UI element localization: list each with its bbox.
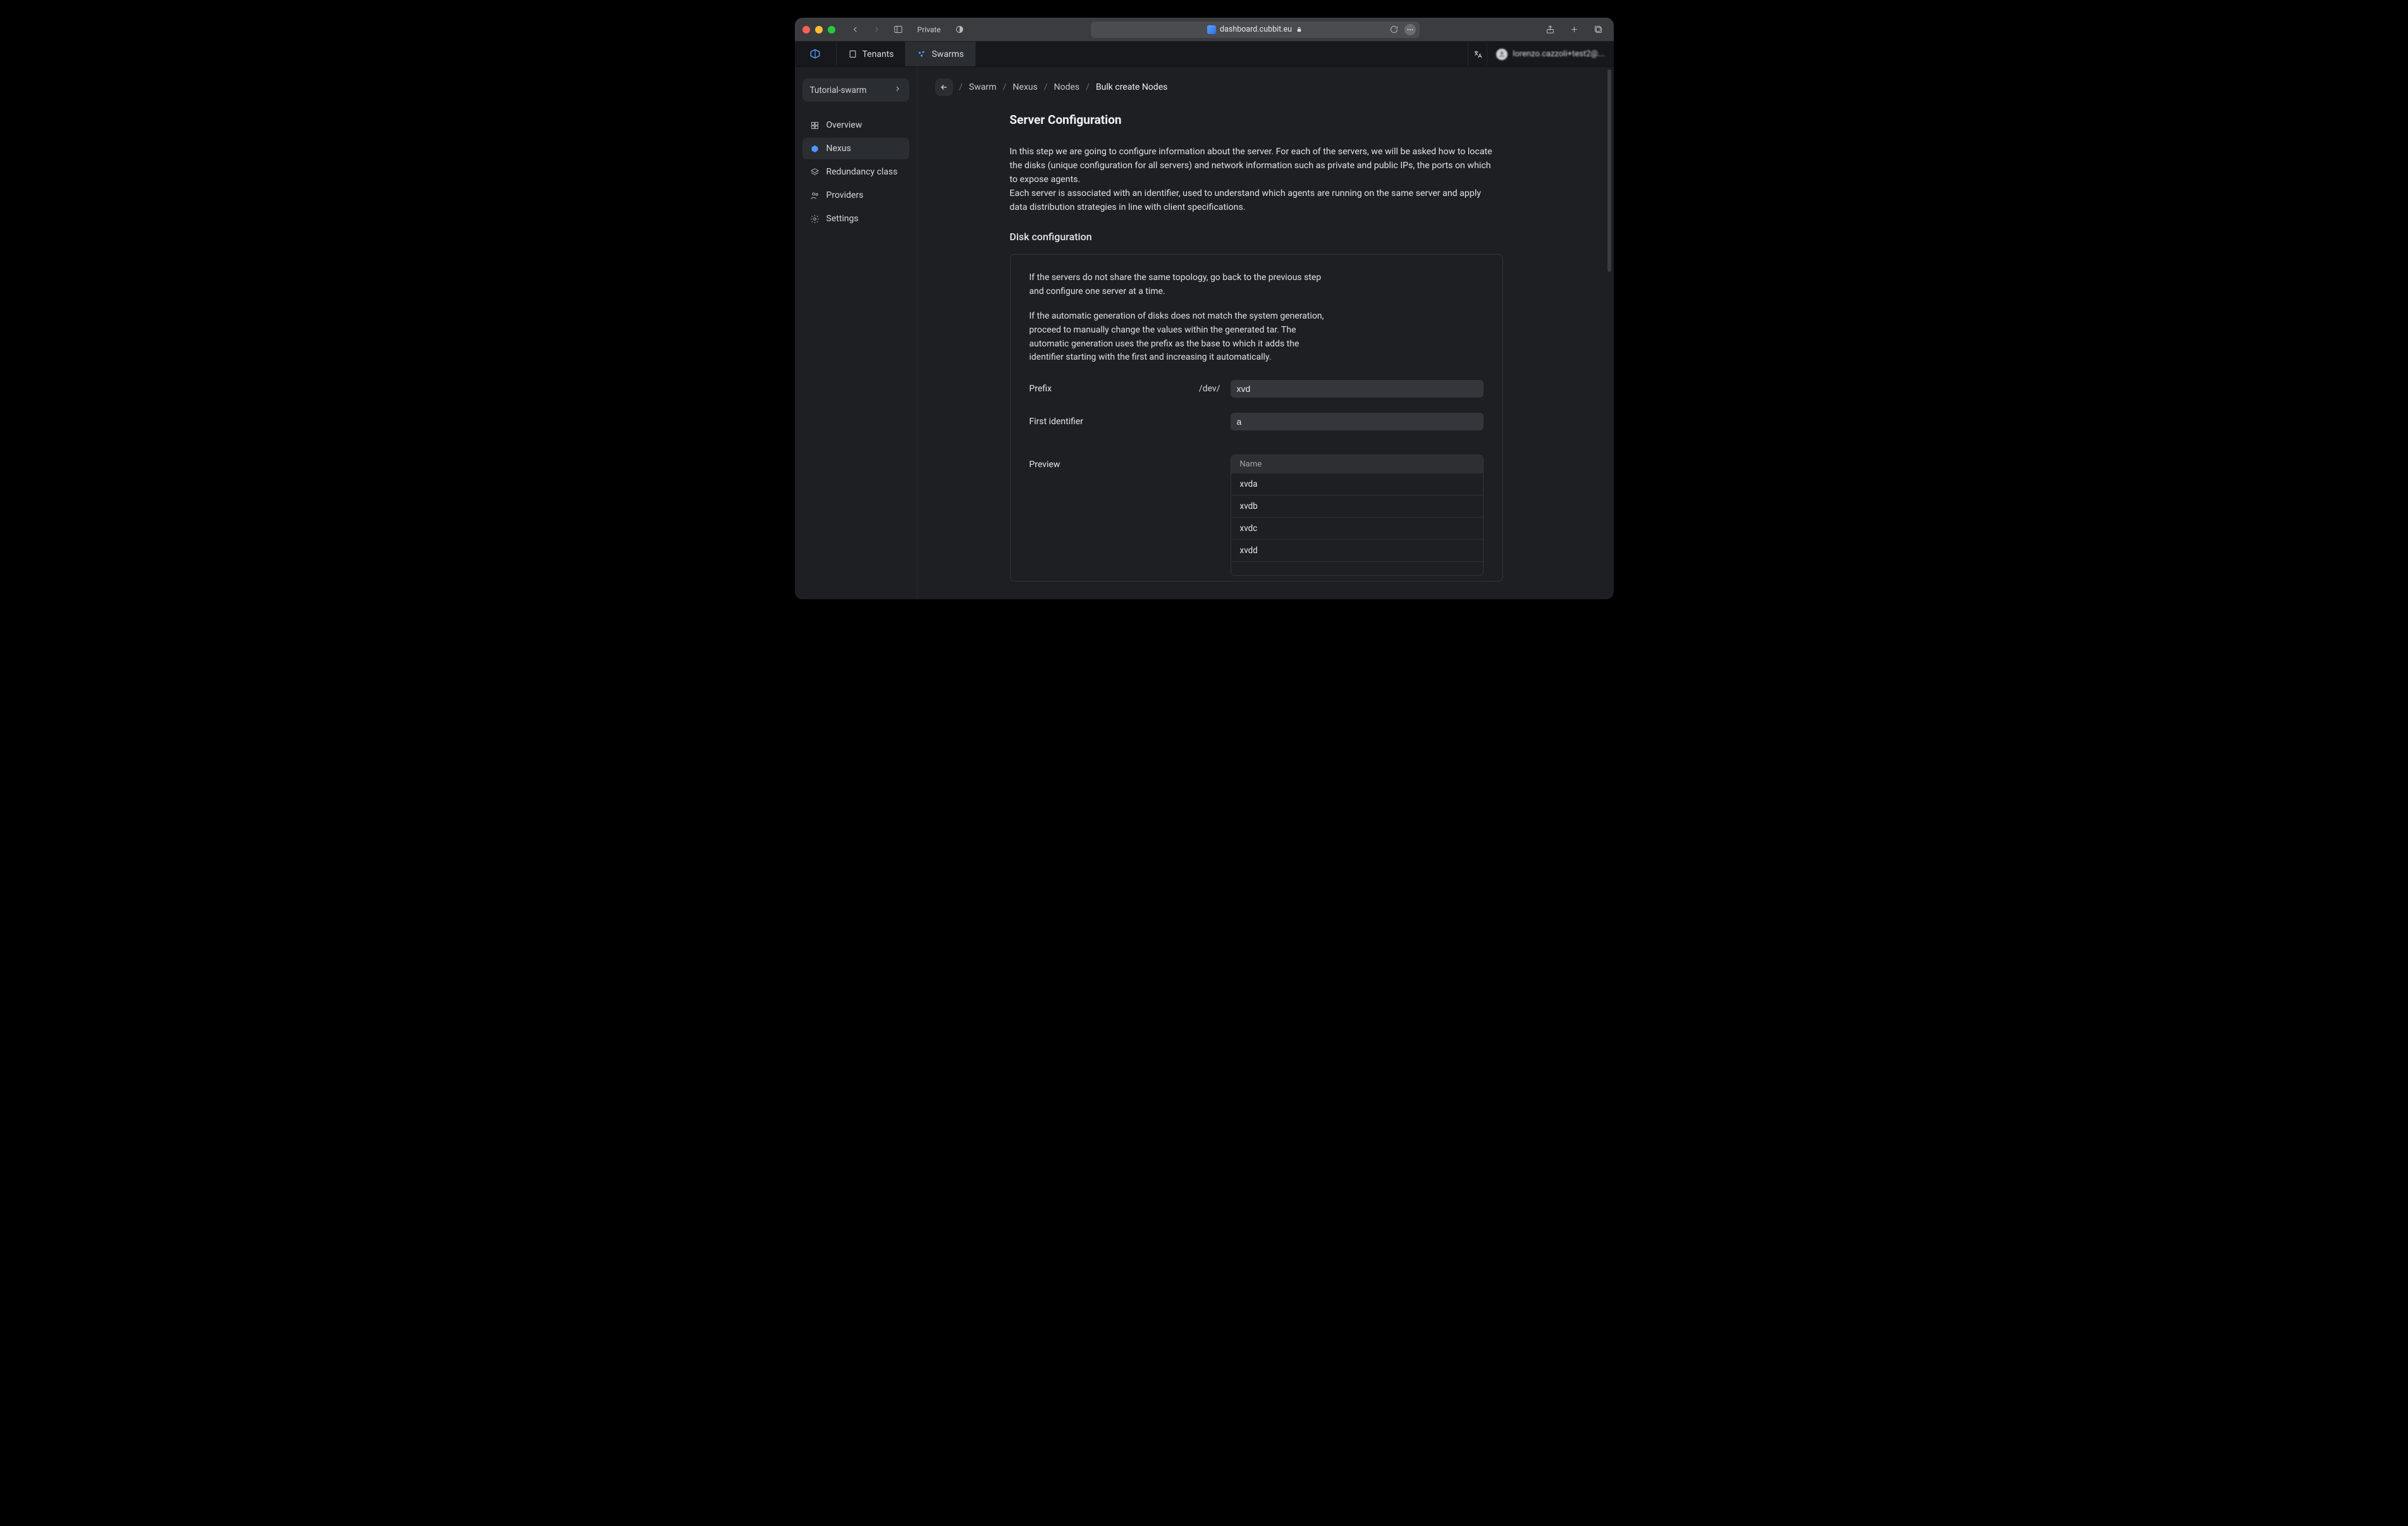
preview-label: Preview (1029, 455, 1105, 470)
preview-table: Name xvda xvdb xvdc xvdd (1231, 455, 1484, 576)
swarm-switcher-label: Tutorial-swarm (810, 85, 867, 95)
app-topnav: Tenants Swarms lorenzo.cazzoli+test2@... (795, 42, 1614, 67)
avatar-icon (1496, 49, 1508, 60)
sidebar-item-overview[interactable]: Overview (802, 114, 909, 136)
disk-config-card: If the servers do not share the same top… (1010, 254, 1503, 582)
preview-table-row: xvdb (1231, 495, 1483, 517)
preview-table-row-empty (1231, 561, 1483, 575)
nav-forward-button[interactable] (869, 22, 885, 37)
sidebar-item-label: Settings (826, 214, 859, 224)
first-identifier-input[interactable] (1231, 413, 1484, 430)
card-paragraph-2: If the automatic generation of disks doe… (1029, 310, 1327, 365)
first-identifier-row: First identifier (1029, 413, 1484, 430)
prefix-label: Prefix (1029, 384, 1105, 394)
breadcrumb: / Swarm / Nexus / Nodes / Bulk create No… (935, 78, 1600, 96)
brand-logo[interactable] (795, 42, 837, 66)
breadcrumb-nodes[interactable]: Nodes (1054, 82, 1080, 92)
window-controls (802, 26, 835, 34)
hexagon-icon (810, 144, 820, 154)
prefix-input[interactable] (1231, 380, 1484, 398)
preview-table-row: xvda (1231, 473, 1483, 495)
language-button[interactable] (1468, 42, 1487, 66)
sidebar-item-providers[interactable]: Providers (802, 185, 909, 206)
private-label: Private (918, 25, 941, 34)
building-icon (848, 49, 857, 59)
breadcrumb-nexus[interactable]: Nexus (1013, 82, 1038, 92)
page-title: Server Configuration (1010, 113, 1503, 127)
theme-toggle-button[interactable] (952, 22, 968, 37)
preview-table-row: xvdc (1231, 517, 1483, 539)
tab-tenants[interactable]: Tenants (837, 42, 906, 66)
sidebar-item-label: Providers (826, 190, 864, 200)
user-label: lorenzo.cazzoli+test2@... (1513, 49, 1604, 59)
disk-config-title: Disk configuration (1010, 231, 1503, 243)
grid-icon (810, 121, 820, 130)
browser-window: Private dashboard.cubbit.eu (795, 18, 1614, 599)
sidebar-item-label: Overview (826, 120, 863, 130)
sidebar-item-label: Nexus (826, 143, 851, 154)
first-identifier-label: First identifier (1029, 417, 1105, 427)
sidebar-item-label: Redundancy class (826, 167, 898, 177)
breadcrumb-current: Bulk create Nodes (1096, 82, 1167, 92)
swarm-switcher[interactable]: Tutorial-swarm (802, 78, 909, 102)
close-window-button[interactable] (802, 26, 810, 34)
sidebar: Tutorial-swarm Overview Nexus (795, 67, 918, 599)
breadcrumb-swarm[interactable]: Swarm (969, 82, 996, 92)
prefix-row: Prefix /dev/ (1029, 380, 1484, 398)
nav-back-button[interactable] (848, 22, 863, 37)
users-icon (810, 191, 820, 200)
gear-icon (810, 214, 820, 224)
browser-titlebar: Private dashboard.cubbit.eu (795, 18, 1614, 42)
share-button[interactable] (1543, 22, 1558, 37)
sidebar-item-nexus[interactable]: Nexus (802, 138, 909, 159)
tab-label: Tenants (863, 49, 894, 59)
fullscreen-window-button[interactable] (828, 26, 835, 34)
prefix-static: /dev/ (1199, 384, 1220, 394)
card-paragraph-1: If the servers do not share the same top… (1029, 271, 1327, 298)
more-button[interactable] (1404, 24, 1416, 35)
sidebar-item-settings[interactable]: Settings (802, 208, 909, 229)
preview-table-header: Name (1231, 455, 1483, 473)
minimize-window-button[interactable] (815, 26, 823, 34)
url-bar[interactable]: dashboard.cubbit.eu (1091, 21, 1420, 38)
chevron-right-icon (894, 85, 902, 95)
site-favicon-icon (1207, 25, 1216, 34)
intro-paragraph: In this step we are going to configure i… (1010, 145, 1500, 214)
url-host: dashboard.cubbit.eu (1220, 25, 1292, 34)
sidebar-item-redundancy[interactable]: Redundancy class (802, 161, 909, 183)
reload-button[interactable] (1387, 22, 1402, 37)
private-mode-badge: Private (912, 23, 946, 36)
new-tab-button[interactable] (1567, 22, 1582, 37)
tab-swarms[interactable]: Swarms (906, 42, 976, 66)
preview-row: Preview Name xvda xvdb xvdc xvdd (1029, 455, 1484, 576)
show-sidebar-button[interactable] (891, 22, 906, 37)
main-content: / Swarm / Nexus / Nodes / Bulk create No… (918, 67, 1614, 599)
tabs-overview-button[interactable] (1591, 22, 1606, 37)
preview-table-row: xvdd (1231, 539, 1483, 561)
user-menu[interactable]: lorenzo.cazzoli+test2@... (1487, 42, 1613, 66)
layers-icon (810, 168, 820, 177)
cluster-icon (917, 49, 926, 59)
lock-icon (1296, 26, 1303, 33)
tab-label: Swarms (931, 49, 964, 59)
breadcrumb-back-button[interactable] (935, 78, 953, 96)
